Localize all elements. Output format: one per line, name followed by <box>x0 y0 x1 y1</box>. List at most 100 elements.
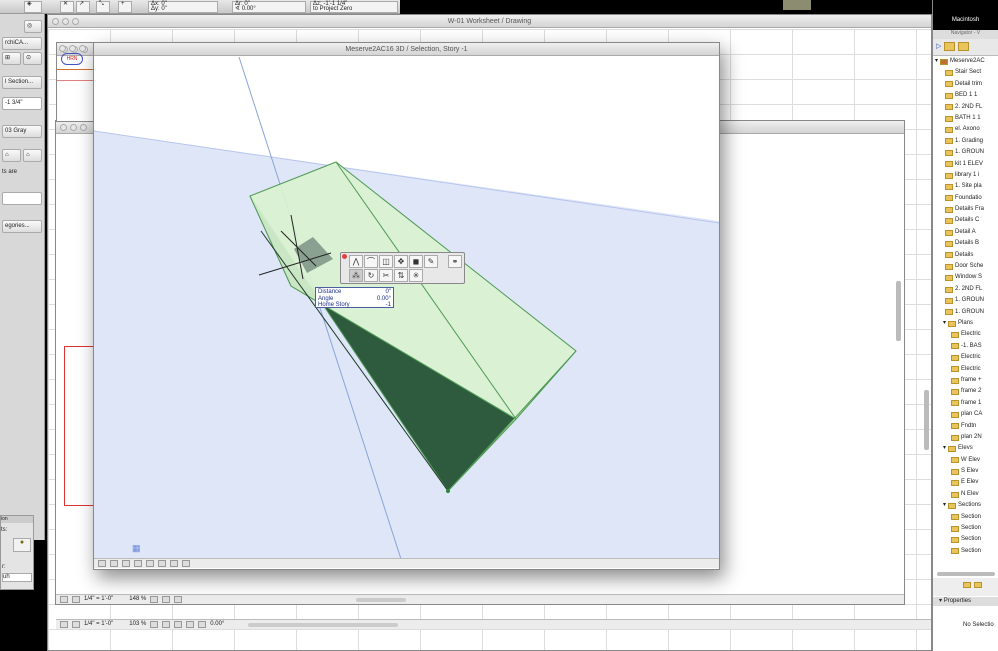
tree-item[interactable]: Window S <box>935 272 998 283</box>
layer-icon[interactable] <box>110 560 118 567</box>
tree-item[interactable]: Foundatio <box>935 193 998 204</box>
move-icon[interactable]: ↗ <box>76 1 90 13</box>
tree-folder-plans[interactable]: ▾ Plans <box>935 318 998 329</box>
fit-icon[interactable] <box>182 560 190 567</box>
tree-item[interactable]: 2. 2ND FL <box>935 284 998 295</box>
tree-item[interactable]: frame 2 <box>935 386 998 397</box>
map-icon[interactable]: ▷ <box>936 42 941 52</box>
tree-item[interactable]: Stair Sect <box>935 67 998 78</box>
zoom-icon[interactable] <box>60 596 68 603</box>
toolbar-icon-button[interactable]: ◈ <box>24 1 42 13</box>
minimize-icon[interactable] <box>69 45 76 52</box>
zoom-value[interactable]: 103 % <box>129 620 146 629</box>
elevate-icon[interactable]: ⇅ <box>394 269 408 282</box>
3d-titlebar[interactable]: Meserve2AC16 3D / Selection, Story -1 <box>94 43 719 56</box>
3d-viewport[interactable]: ▦ <box>94 57 719 559</box>
tree-root[interactable]: ▾ Meserve2AC <box>935 56 998 67</box>
value-field[interactable]: -1 3/4" <box>2 97 42 110</box>
tree-item[interactable]: BATH 1 1 <box>935 113 998 124</box>
link-icon[interactable]: ⚭ <box>448 255 462 268</box>
arc-icon[interactable]: ⌒ <box>364 255 378 268</box>
categories-button[interactable]: egories... <box>2 220 42 233</box>
zoom-icon[interactable] <box>98 560 106 567</box>
tool-button[interactable]: ⊙ <box>23 52 42 65</box>
tracker-row-story[interactable]: Home Story -1 <box>318 302 391 309</box>
tree-item[interactable]: library 1 i <box>935 170 998 181</box>
tree-item[interactable]: Section <box>935 512 998 523</box>
layer-icon[interactable] <box>72 621 80 628</box>
tree-item[interactable]: Door Sche <box>935 261 998 272</box>
tree-item[interactable]: Section <box>935 534 998 545</box>
extrude-icon[interactable]: ◼ <box>409 255 423 268</box>
mirror-icon[interactable]: ✂ <box>379 269 393 282</box>
text-field[interactable] <box>2 192 42 205</box>
horizontal-scrollbar[interactable] <box>248 622 399 627</box>
vertex-point[interactable] <box>446 489 450 493</box>
properties-header[interactable]: ▾ Properties <box>933 597 998 606</box>
dy-field[interactable]: Δy: 0" <box>151 6 215 12</box>
tree-item[interactable]: Detail trim <box>935 79 998 90</box>
dx-dy-fields[interactable]: Δx: 0" Δy: 0" <box>148 1 218 13</box>
angle-value[interactable]: 0.00° <box>210 620 224 629</box>
fit-icon[interactable] <box>186 621 195 628</box>
pan-icon[interactable] <box>174 596 183 603</box>
zoom-in-icon[interactable] <box>150 596 159 603</box>
tree-item[interactable]: S Elev <box>935 466 998 477</box>
zoom-out-icon[interactable] <box>162 596 171 603</box>
tree-item[interactable]: 2. 2ND FL <box>935 102 998 113</box>
tree-item[interactable]: Details C <box>935 215 998 226</box>
navigator-title[interactable]: Navigator - V <box>933 30 998 39</box>
tree-item[interactable]: Details B <box>935 238 998 249</box>
zoom-out-icon[interactable] <box>162 621 171 628</box>
tool-button[interactable]: ⊞ <box>2 52 21 65</box>
move-node-icon[interactable]: ⁂ <box>349 269 363 282</box>
tree-item[interactable]: Electric <box>935 352 998 363</box>
zoom-window-icon[interactable] <box>79 45 86 52</box>
tree-item[interactable]: N Elev <box>935 489 998 500</box>
horizontal-scrollbar[interactable] <box>937 572 995 576</box>
tool-button[interactable]: ⌂ <box>23 149 42 162</box>
tree-folder-elevs[interactable]: ▾ Elevs <box>935 443 998 454</box>
tree-folder-sections[interactable]: ▾ Sections <box>935 500 998 511</box>
pan-icon[interactable] <box>174 621 183 628</box>
material-icon[interactable]: ● <box>13 538 31 552</box>
pan-icon[interactable] <box>146 560 154 567</box>
tree-item[interactable]: 1. GROUN <box>935 307 998 318</box>
tree-item[interactable]: plan CA <box>935 409 998 420</box>
tree-item[interactable]: kit 1 ELEV <box>935 159 998 170</box>
tracker-value[interactable]: -1 <box>386 302 391 309</box>
project-zero-select[interactable]: to Project Zero <box>313 6 395 12</box>
scale-value[interactable]: 1/4" = 1'-0" <box>84 595 113 604</box>
section-button[interactable]: l Section... <box>2 76 42 89</box>
zoom-in-icon[interactable] <box>122 560 130 567</box>
zoom-value[interactable]: 148 % <box>129 595 146 604</box>
new-folder-icon[interactable] <box>963 582 971 588</box>
layer-icon[interactable] <box>72 596 80 603</box>
tool-button[interactable]: ◎ <box>24 20 42 33</box>
rotate-icon[interactable] <box>198 621 207 628</box>
polyline-icon[interactable]: ⋀ <box>349 255 363 268</box>
material-select[interactable]: 03 Gray <box>2 125 42 138</box>
tree-item[interactable]: 1. GROUN <box>935 147 998 158</box>
x-icon[interactable]: ✕ <box>60 1 74 13</box>
select-field[interactable]: uh <box>2 573 32 582</box>
plus-icon[interactable]: + <box>118 1 132 13</box>
tree-item[interactable]: 1. GROUN <box>935 295 998 306</box>
zoom-icon[interactable] <box>60 621 68 628</box>
tree-item[interactable]: W Elev <box>935 455 998 466</box>
tree-item[interactable]: frame 1 <box>935 398 998 409</box>
orbit-icon[interactable] <box>158 560 166 567</box>
tree-item[interactable]: Electric <box>935 329 998 340</box>
view-map-icon[interactable] <box>958 42 970 51</box>
dr-angle-fields[interactable]: Δr: 0" ∢ 0.00° <box>232 1 306 13</box>
zoom-out-icon[interactable] <box>134 560 142 567</box>
dz-field[interactable]: Δz: -1'-1 1/4" to Project Zero <box>310 1 398 13</box>
folder-icon[interactable] <box>974 582 982 588</box>
tree-item[interactable]: plan 2N <box>935 432 998 443</box>
vertical-scrollbar[interactable] <box>924 390 929 450</box>
tree-item[interactable]: Details <box>935 250 998 261</box>
tree-item[interactable]: el. Axono <box>935 124 998 135</box>
tree-item[interactable]: Electric <box>935 364 998 375</box>
project-map-icon[interactable] <box>944 42 956 51</box>
tree-item[interactable]: Section <box>935 523 998 534</box>
